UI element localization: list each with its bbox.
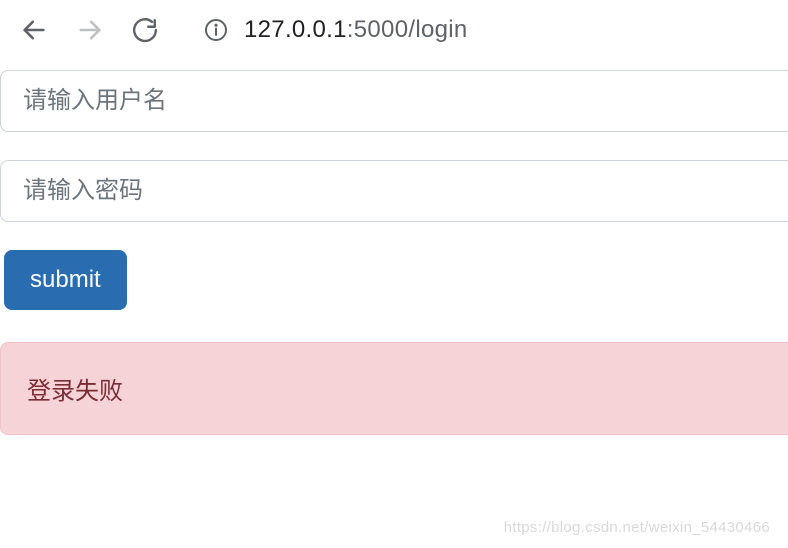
site-info-icon[interactable] <box>204 18 228 42</box>
submit-button[interactable]: submit <box>4 250 127 310</box>
reload-icon[interactable] <box>132 17 158 43</box>
url-host: 127.0.0.1 <box>244 16 347 43</box>
page-content: submit 登录失败 <box>0 60 788 435</box>
browser-toolbar: 127.0.0.1:5000/login <box>0 0 788 60</box>
url-path: :5000/login <box>347 16 468 43</box>
url-text: 127.0.0.1:5000/login <box>244 16 468 44</box>
password-input[interactable] <box>0 160 788 222</box>
error-alert: 登录失败 <box>0 342 788 435</box>
forward-icon[interactable] <box>76 16 104 44</box>
username-input[interactable] <box>0 70 788 132</box>
watermark-text: https://blog.csdn.net/weixin_54430466 <box>504 519 770 536</box>
address-bar[interactable]: 127.0.0.1:5000/login <box>204 16 468 44</box>
back-icon[interactable] <box>20 16 48 44</box>
